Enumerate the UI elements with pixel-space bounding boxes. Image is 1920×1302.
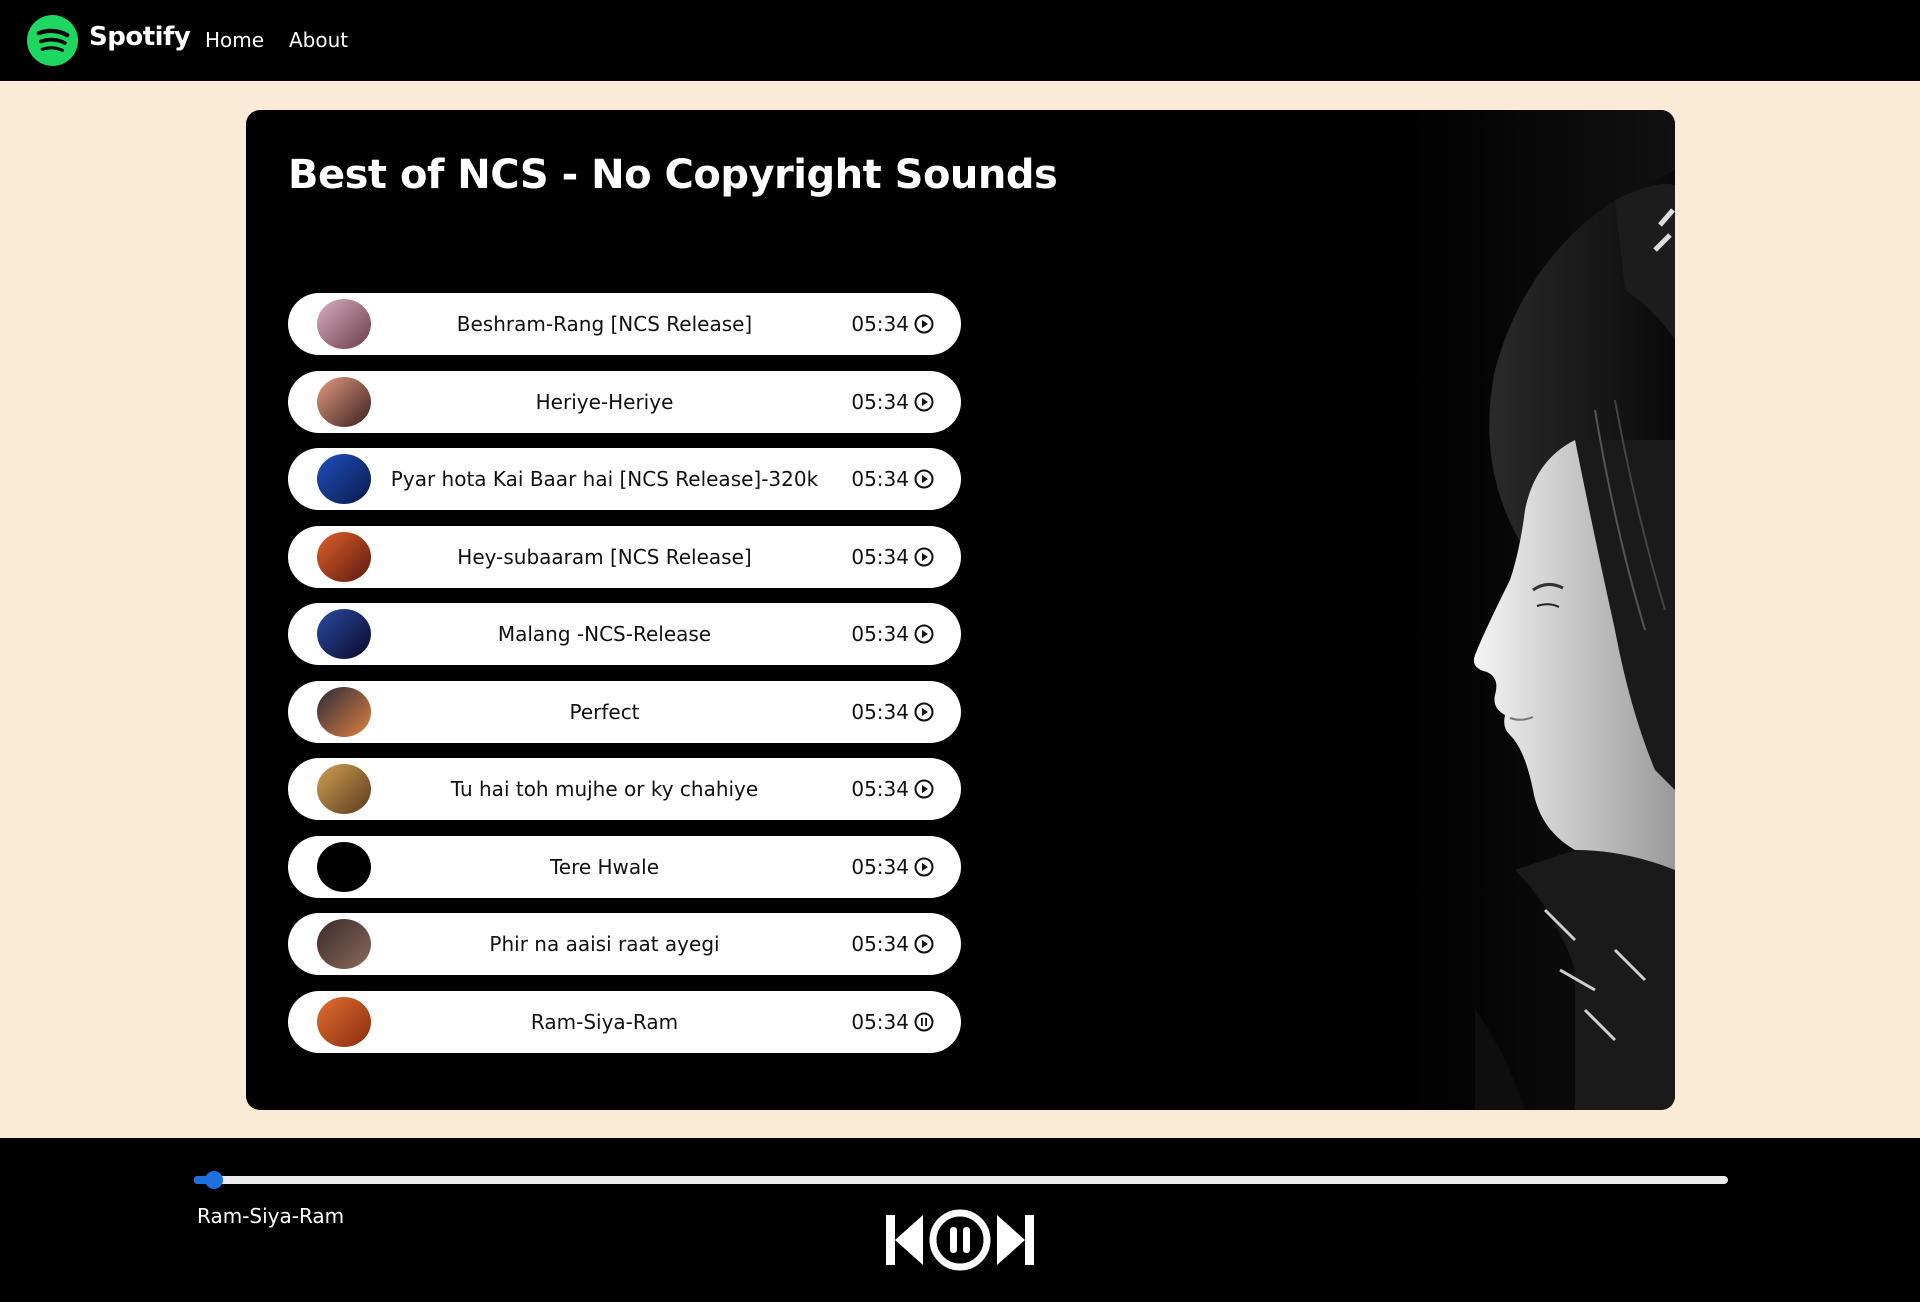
seek-bar[interactable] [194,1171,1728,1189]
song-duration: 05:34 [851,544,909,569]
song-title: Beshram-Rang [NCS Release] [456,312,753,336]
song-title: Hey-subaaram [NCS Release] [457,544,752,569]
song-title: Malang -NCS-Release [497,622,712,646]
song-duration: 05:34 [851,389,909,414]
pause-circle-icon[interactable] [929,1209,991,1271]
song-cover-thumbnail [317,919,371,969]
song-cover-thumbnail [317,609,371,659]
top-navbar: Spotify Home About [0,0,1920,81]
previous-icon[interactable] [886,1215,924,1265]
song-cover-thumbnail [317,764,371,814]
song-cover-thumbnail [317,376,371,427]
song-duration: 05:34 [851,777,909,801]
play-circle-icon[interactable] [914,314,934,334]
song-cover-thumbnail [317,531,371,582]
song-duration: 05:34 [851,854,909,879]
song-cover-thumbnail [317,841,371,892]
song-title: Ram-Siya-Ram [530,1009,679,1034]
song-cover-thumbnail [317,454,371,504]
song-duration: 05:34 [851,622,909,646]
song-title: Perfect [569,699,640,724]
song-cover-thumbnail [317,299,371,349]
song-duration: 05:34 [851,932,909,956]
playback-controls [886,1208,1034,1272]
song-item[interactable]: Heriye-Heriye 05:34 [288,370,961,433]
song-item[interactable]: Beshram-Rang [NCS Release] 05:34 [288,293,961,355]
song-item[interactable]: Pyar hota Kai Baar hai [NCS Release]-320… [288,448,961,510]
song-item[interactable]: Tere Hwale 05:34 [288,835,961,898]
song-item[interactable]: Phir na aaisi raat ayegi 05:34 [288,913,961,975]
playlist-title: Best of NCS - No Copyright Sounds [288,152,1058,198]
brand-name[interactable]: Spotify [89,22,191,52]
spotify-logo-icon[interactable] [27,15,78,66]
song-title: Tere Hwale [549,854,660,879]
song-cover-thumbnail [317,996,371,1047]
next-icon[interactable] [996,1215,1034,1265]
play-circle-icon[interactable] [914,702,934,722]
song-duration: 05:34 [851,467,909,491]
song-title: Heriye-Heriye [535,389,674,414]
song-duration: 05:34 [851,1009,909,1034]
play-circle-icon[interactable] [914,469,934,489]
song-item[interactable]: Perfect 05:34 [288,680,961,743]
seek-bar-thumb[interactable] [204,1171,223,1189]
song-title: Pyar hota Kai Baar hai [NCS Release]-320… [390,467,819,491]
song-item[interactable]: Tu hai toh mujhe or ky chahiye 05:34 [288,758,961,820]
play-circle-icon[interactable] [914,624,934,644]
play-circle-icon[interactable] [914,547,934,567]
play-circle-icon[interactable] [914,857,934,877]
song-title: Tu hai toh mujhe or ky chahiye [450,777,759,801]
song-item[interactable]: Ram-Siya-Ram 05:34 [288,990,961,1053]
song-duration: 05:34 [851,699,909,724]
pause-circle-icon[interactable] [914,1012,934,1032]
song-item[interactable]: Hey-subaaram [NCS Release] 05:34 [288,525,961,588]
play-circle-icon[interactable] [914,779,934,799]
nav-link-home[interactable]: Home [205,28,264,52]
song-item[interactable]: Malang -NCS-Release 05:34 [288,603,961,665]
song-duration: 05:34 [851,312,909,336]
play-circle-icon[interactable] [914,392,934,412]
now-playing-title: Ram-Siya-Ram [197,1204,345,1228]
song-list: Beshram-Rang [NCS Release] 05:34 Heriye-He… [288,293,961,1068]
nav-link-about[interactable]: About [289,28,348,52]
song-cover-thumbnail [317,686,371,737]
playlist-cover-photo [1055,110,1675,1110]
song-title: Phir na aaisi raat ayegi [489,932,720,956]
bottom-player-bar: Ram-Siya-Ram [0,1138,1920,1302]
playlist-card: Best of NCS - No Copyright Sounds Beshra… [246,110,1675,1110]
play-circle-icon[interactable] [914,934,934,954]
